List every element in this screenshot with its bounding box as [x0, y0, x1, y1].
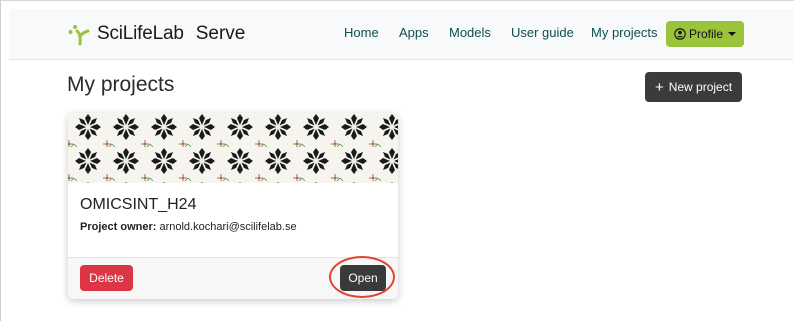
project-owner: Project owner: arnold.kochari@scilifelab… — [80, 221, 297, 233]
scilifelab-logo-icon — [68, 25, 90, 46]
user-circle-icon — [674, 28, 686, 40]
new-project-button[interactable]: + New project — [645, 72, 742, 102]
plus-icon: + — [654, 78, 664, 96]
profile-dropdown-button[interactable]: Profile — [666, 21, 744, 47]
nav-my-projects[interactable]: My projects — [591, 25, 657, 40]
project-name: OMICSINT_H24 — [80, 196, 197, 213]
nav-apps[interactable]: Apps — [399, 25, 429, 40]
delete-button[interactable]: Delete — [80, 265, 133, 291]
frame-left-border — [0, 0, 1, 321]
page-title: My projects — [67, 73, 175, 96]
project-owner-label: Project owner: — [80, 221, 157, 233]
brand[interactable]: SciLifeLab Serve — [67, 21, 245, 47]
brand-name: SciLifeLab — [97, 23, 184, 44]
app-name: Serve — [195, 23, 246, 44]
navbar: SciLifeLab Serve Home Apps Models User g… — [9, 9, 793, 60]
annotation-circle — [329, 256, 395, 298]
new-project-label: New project — [668, 80, 733, 94]
frame-top-border — [0, 0, 794, 1]
project-pattern-image — [68, 113, 398, 183]
profile-label: Profile — [688, 27, 723, 41]
project-owner-email: arnold.kochari@scilifelab.se — [159, 221, 297, 233]
nav-user-guide[interactable]: User guide — [511, 25, 574, 40]
nav-models[interactable]: Models — [449, 25, 491, 40]
nav-home[interactable]: Home — [344, 25, 379, 40]
chevron-down-icon — [728, 32, 736, 36]
